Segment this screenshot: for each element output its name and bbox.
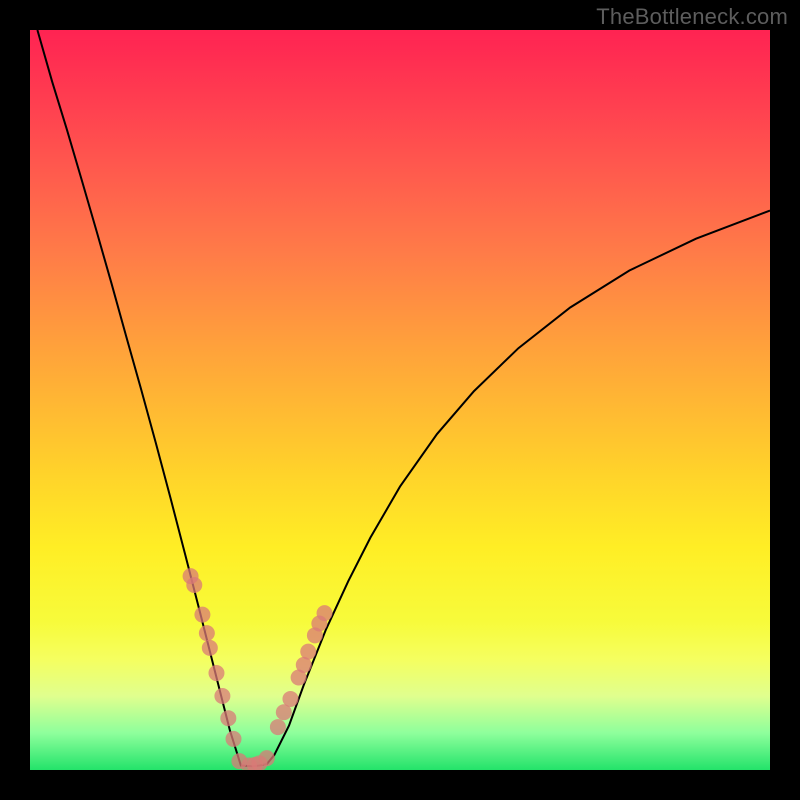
watermark-text: TheBottleneck.com (596, 4, 788, 30)
highlight-dot (282, 691, 298, 707)
chart-frame: TheBottleneck.com (0, 0, 800, 800)
bottleneck-curve (37, 30, 770, 766)
highlight-dot (199, 625, 215, 641)
highlight-dot (259, 750, 275, 766)
highlight-dot (214, 688, 230, 704)
highlight-dot (202, 640, 218, 656)
highlight-dot (208, 665, 224, 681)
highlight-dot (186, 577, 202, 593)
highlight-dot (226, 731, 242, 747)
highlight-dot (194, 607, 210, 623)
highlight-dot (270, 719, 286, 735)
highlight-dot-layer (183, 568, 333, 770)
curve-overlay (30, 30, 770, 770)
highlight-dot (300, 644, 316, 660)
plot-area (30, 30, 770, 770)
highlight-dot (220, 710, 236, 726)
highlight-dot (317, 605, 333, 621)
